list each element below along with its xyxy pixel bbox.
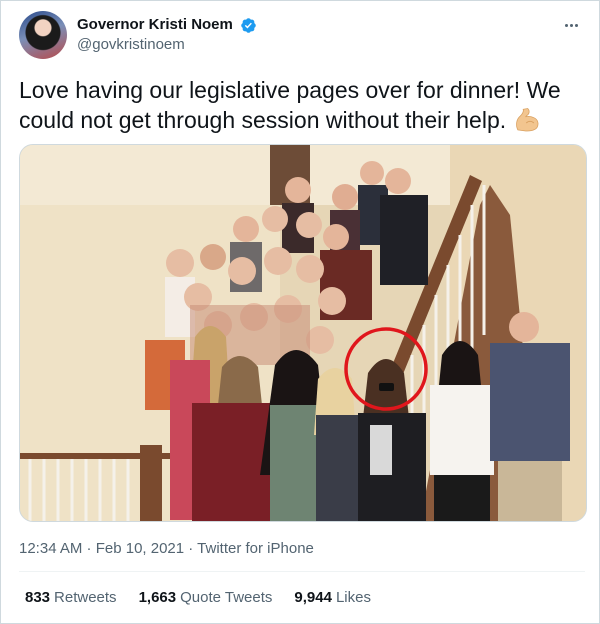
divider <box>19 571 585 572</box>
avatar[interactable] <box>19 11 67 59</box>
tweet-body: Love having our legislative pages over f… <box>19 77 561 133</box>
tweet-timestamp[interactable]: 12:34 AM · Feb 10, 2021 · Twitter for iP… <box>19 539 314 559</box>
quote-label: Quote Tweets <box>180 589 273 606</box>
retweets-count: 833 <box>25 589 51 606</box>
quote-count: 1,663 <box>138 589 177 606</box>
likes-stat[interactable]: 9,944 Likes <box>294 588 371 608</box>
author-names: Governor Kristi Noem @govkristinoem <box>77 15 257 55</box>
verified-badge-icon <box>241 17 257 33</box>
group-photo-illustration <box>20 145 586 521</box>
more-icon[interactable] <box>559 13 583 37</box>
tweet-text: Love having our legislative pages over f… <box>19 75 579 135</box>
user-handle[interactable]: @govkristinoem <box>77 35 257 55</box>
quote-tweets-stat[interactable]: 1,663 Quote Tweets <box>139 588 273 608</box>
display-name[interactable]: Governor Kristi Noem <box>77 15 233 35</box>
retweets-label: Retweets <box>54 589 117 606</box>
likes-label: Likes <box>335 589 371 606</box>
tweet-photo[interactable] <box>19 144 587 522</box>
tweet-header: Governor Kristi Noem @govkristinoem <box>19 11 585 61</box>
retweets-stat[interactable]: 833 Retweets <box>25 588 117 608</box>
tweet-card: Governor Kristi Noem @govkristinoem Love… <box>0 0 600 624</box>
flexed-biceps-emoji <box>515 108 538 132</box>
tweet-stats: 833 Retweets 1,663 Quote Tweets 9,944 Likes <box>25 588 371 608</box>
likes-count: 9,944 <box>294 589 332 606</box>
